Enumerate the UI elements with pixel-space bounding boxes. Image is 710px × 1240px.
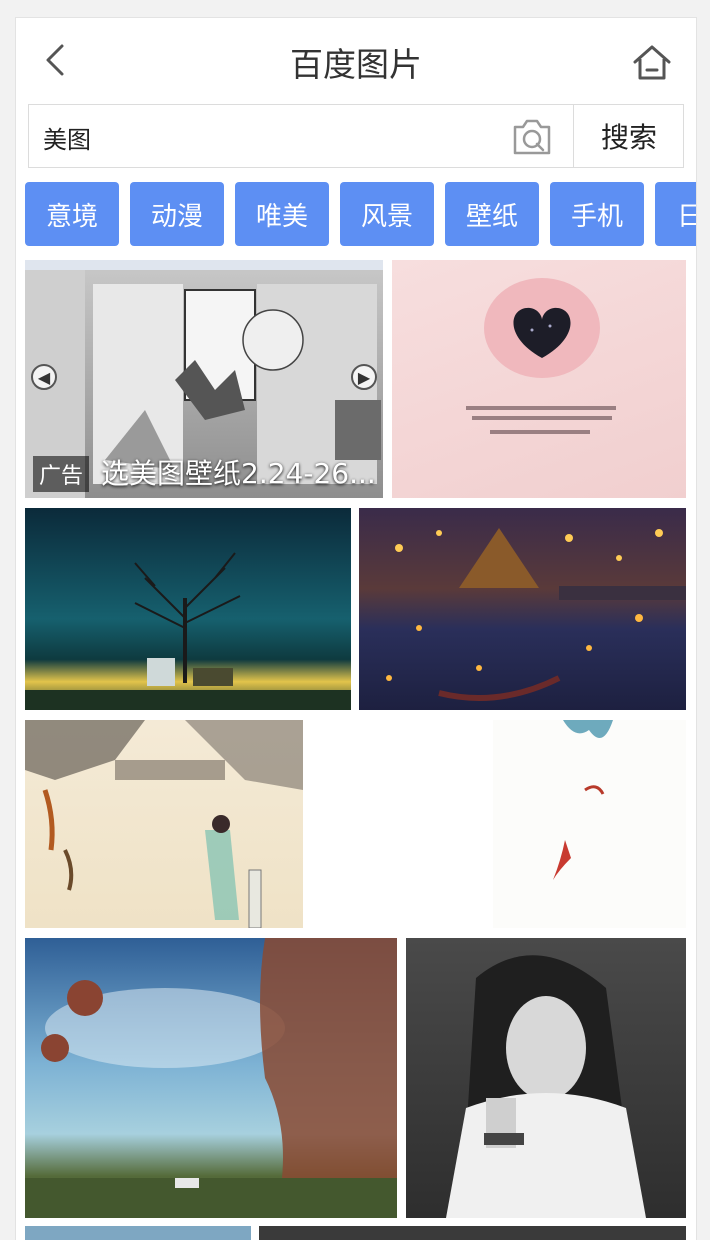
camera-search-icon — [513, 119, 551, 155]
search-button[interactable]: 搜索 — [573, 105, 684, 167]
image-tile[interactable] — [313, 720, 686, 928]
tag-item[interactable]: 意境 — [25, 182, 119, 246]
tag-item[interactable]: 日 — [655, 182, 696, 246]
ad-carousel-image[interactable]: ◀ ▶ 广告 选美图壁纸2.24-26... — [25, 260, 383, 498]
image-tile[interactable] — [25, 1226, 251, 1240]
tag-item[interactable]: 动漫 — [130, 182, 224, 246]
tag-item[interactable]: 风景 — [340, 182, 434, 246]
image-tile[interactable] — [392, 260, 686, 498]
ad-badge: 广告 — [33, 456, 90, 492]
image-tile[interactable] — [359, 508, 686, 710]
tag-item[interactable]: 唯美 — [235, 182, 329, 246]
search-input[interactable] — [41, 115, 495, 159]
image-tile[interactable] — [25, 508, 351, 710]
monochrome-portrait-image — [446, 955, 646, 1218]
tag-item[interactable]: 壁纸 — [445, 182, 539, 246]
image-tile[interactable] — [25, 720, 303, 928]
category-tag-bar: 意境 动漫 唯美 风景 壁纸 手机 日 — [25, 182, 696, 246]
image-tile[interactable] — [25, 938, 397, 1218]
image-tile[interactable] — [259, 1226, 686, 1240]
top-nav-bar: 百度图片 — [16, 18, 696, 104]
tag-item[interactable]: 手机 — [550, 182, 644, 246]
ad-title: 选美图壁纸2.24-26... — [101, 457, 376, 490]
lanterns-lake-image — [386, 528, 686, 701]
tree-night-sky-image — [25, 552, 351, 710]
carousel-prev-button[interactable]: ◀ — [31, 364, 57, 390]
search-bar: 搜索 — [28, 104, 684, 168]
ink-painting-image — [25, 720, 303, 928]
heart-wallpaper-image — [466, 278, 616, 434]
koi-fish-image — [493, 720, 686, 928]
camera-search-button[interactable] — [509, 117, 555, 157]
autumn-tree-sky-image — [25, 938, 397, 1218]
home-icon — [633, 45, 671, 80]
page-title: 百度图片 — [290, 45, 422, 84]
app-frame: 百度图片 搜索 意境 动漫 唯美 风景 壁纸 手机 日 — [16, 18, 696, 1240]
home-button[interactable] — [630, 40, 674, 84]
carousel-next-button[interactable]: ▶ — [351, 364, 377, 390]
image-tile[interactable] — [406, 938, 686, 1218]
